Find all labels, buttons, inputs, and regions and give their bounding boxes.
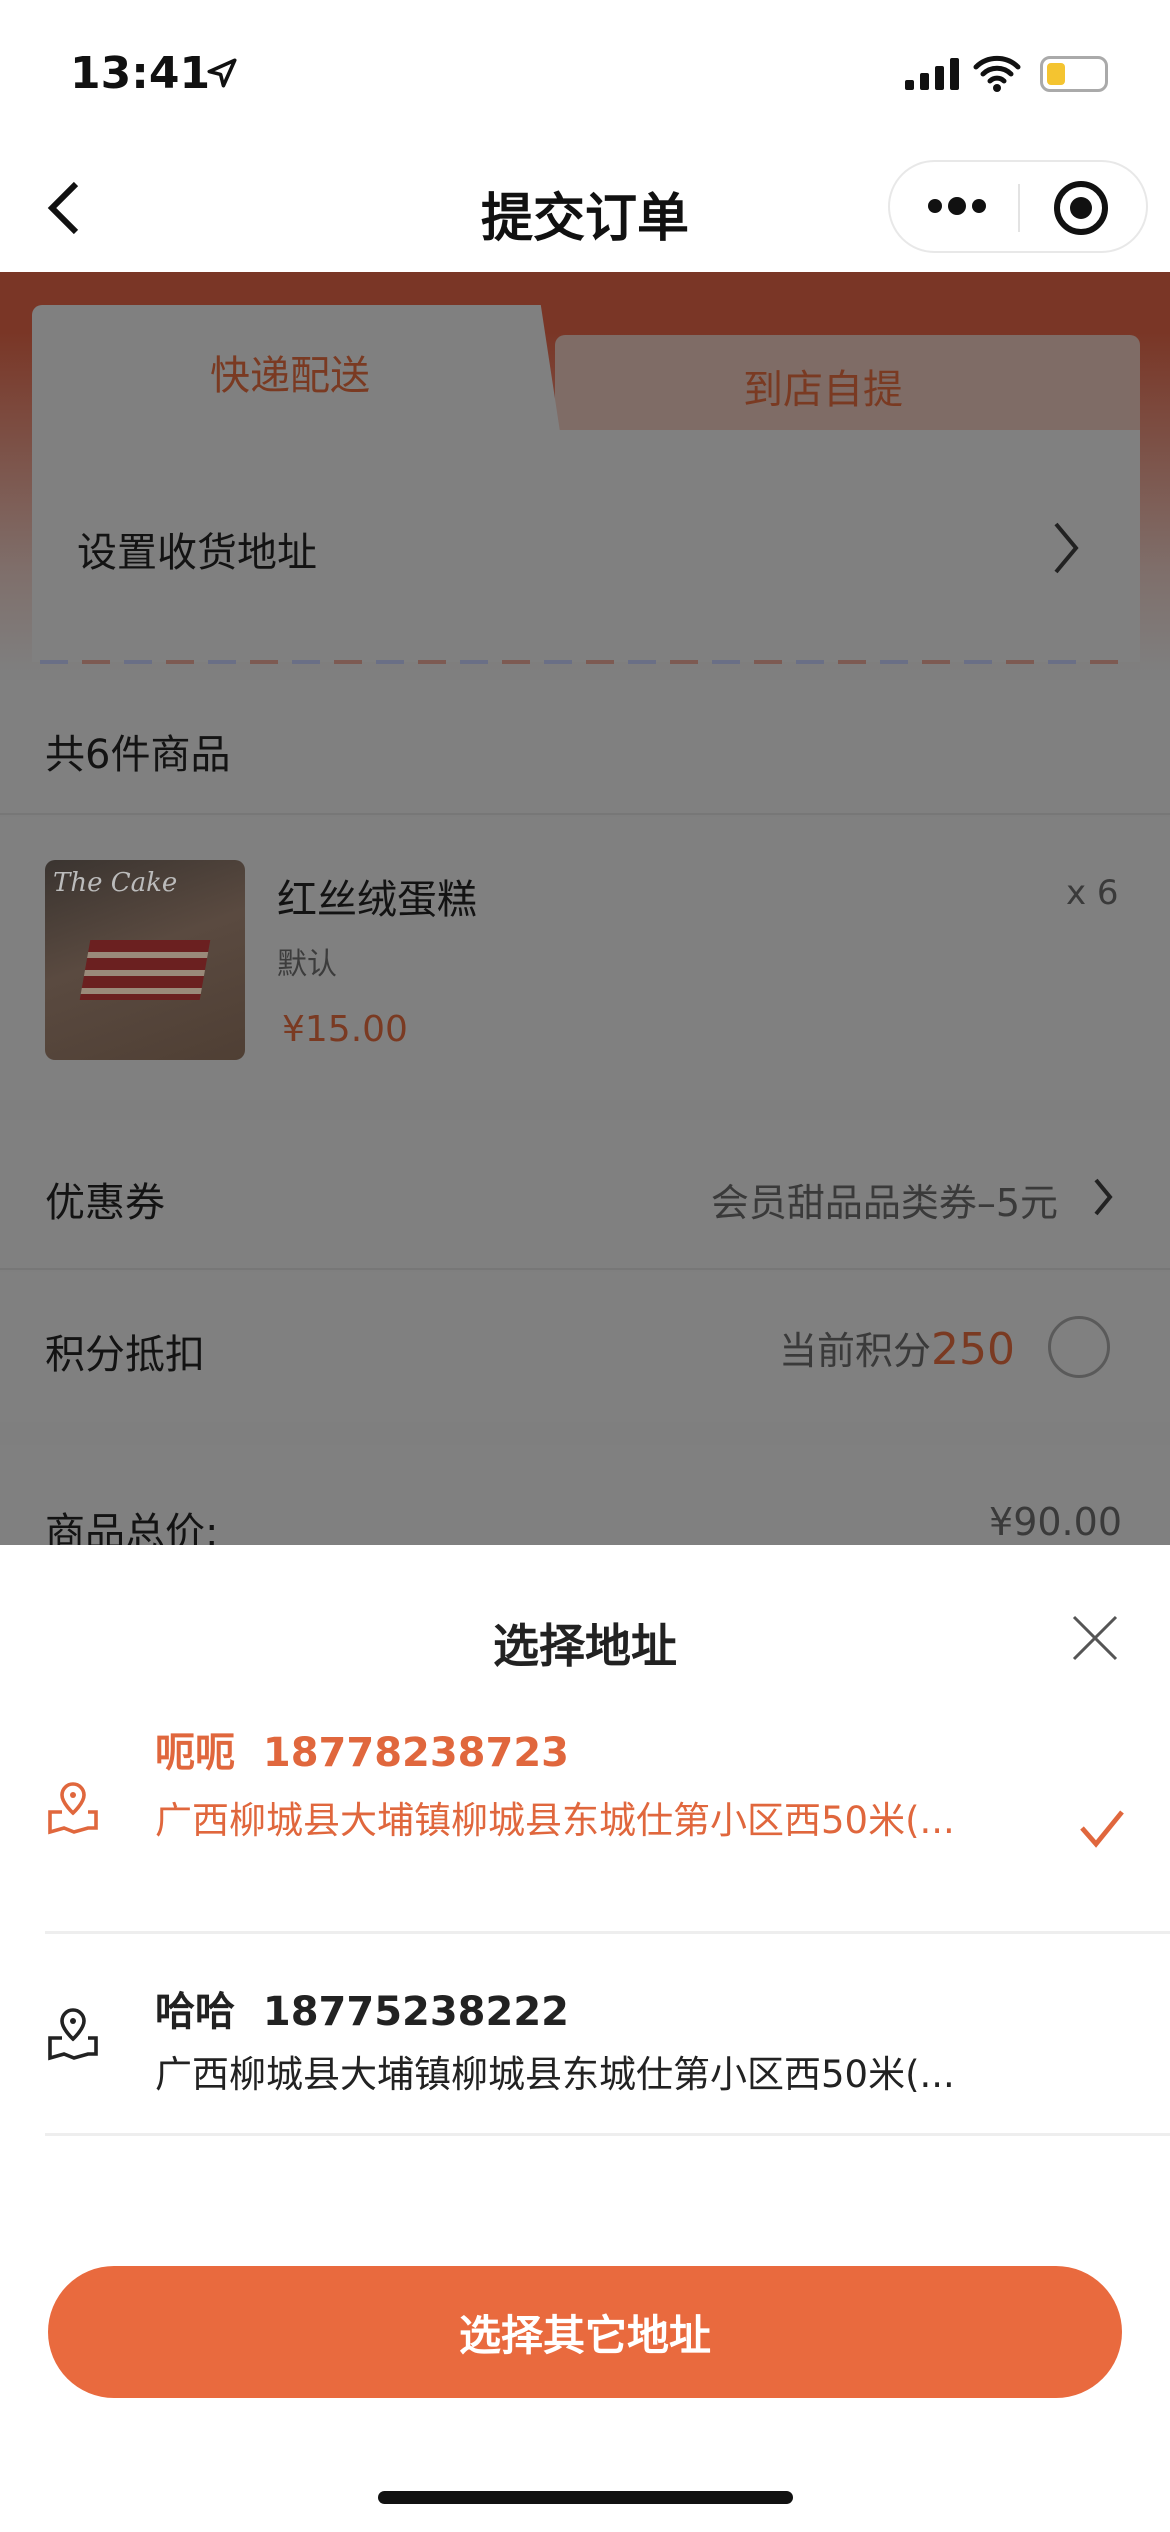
more-icon[interactable] [928,195,988,219]
sheet-title: 选择地址 [493,1619,677,1673]
home-indicator [378,2491,793,2504]
chevron-right-icon [1054,522,1079,574]
location-pin-icon [48,2008,98,2061]
dashed-divider [40,660,1132,664]
tab-store-pickup[interactable]: 到店自提 [555,335,1140,445]
set-address-label: 设置收货地址 [77,530,317,576]
goods-item: The Cake 红丝绒蛋糕 默认 ¥15.00 x 6 [0,817,1170,1100]
close-miniprogram-icon[interactable] [1054,181,1108,235]
address-item[interactable]: 哈哈 18775238222 广西柳城县大埔镇柳城县东城仕第小区西50米(... [0,1934,1170,2134]
close-icon[interactable] [1070,1613,1120,1663]
choose-other-address-button[interactable]: 选择其它地址 [48,2266,1122,2398]
address-card[interactable]: 设置收货地址 [32,430,1140,662]
total-row: 商品总价: ¥90.00 [0,1445,1170,1556]
address-item[interactable]: 呃呃 18778238723 广西柳城县大埔镇柳城县东城仕第小区西50米(... [0,1700,1170,1932]
wifi-icon [973,55,1021,92]
status-bar: 13:41 [0,0,1170,140]
points-row: 积分抵扣 当前积分250 [0,1272,1170,1422]
tab-express-delivery[interactable]: 快递配送 [32,305,562,445]
status-time: 13:41 [70,48,211,99]
goods-count-row: 共6件商品 [0,680,1170,815]
location-pin-icon [48,1782,98,1835]
signal-icon [905,58,959,90]
coupon-row[interactable]: 优惠券 会员甜品品类券–5元 [0,1120,1170,1270]
divider [45,2133,1170,2136]
mini-program-capsule [888,160,1148,253]
battery-icon [1040,56,1108,92]
chevron-right-icon [1094,1178,1113,1216]
product-image: The Cake [45,860,245,1060]
location-arrow-icon [207,58,237,88]
points-toggle[interactable] [1048,1316,1110,1378]
check-icon [1080,1810,1124,1848]
